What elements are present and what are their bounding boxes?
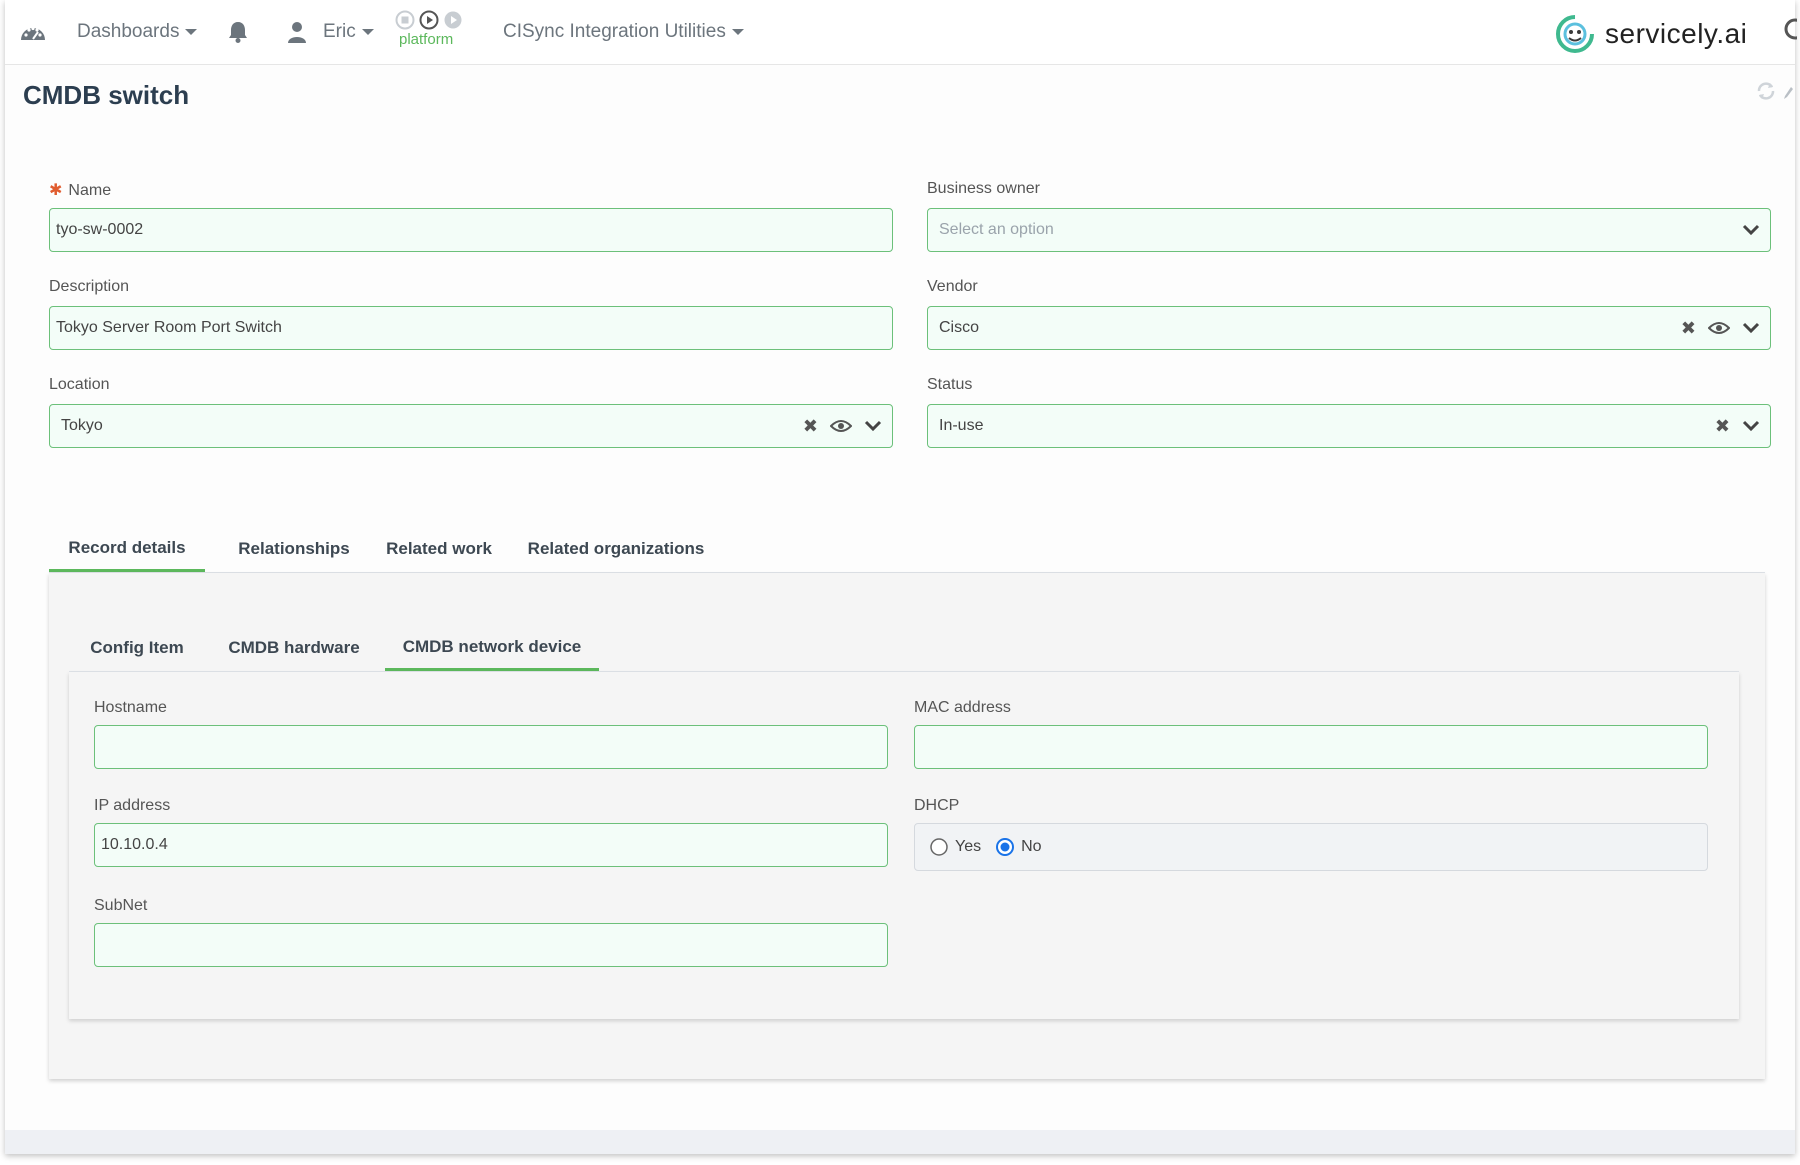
required-asterisk-icon: ✱ xyxy=(49,182,63,199)
status-label: Status xyxy=(927,376,973,393)
app-window: Dashboards Eric platform CISync Integrat… xyxy=(5,0,1800,1154)
subtab-cmdb-network-device[interactable]: CMDB network device xyxy=(385,625,599,671)
vendor-select[interactable]: Cisco ✖ xyxy=(927,306,1771,350)
clear-icon[interactable]: ✖ xyxy=(803,417,818,435)
business-owner-label: Business owner xyxy=(927,180,1040,197)
platform-controls: platform xyxy=(395,10,475,58)
chevron-down-icon[interactable] xyxy=(1742,322,1760,334)
brand-logo[interactable]: servicely.ai xyxy=(1553,12,1747,56)
mac-address-input[interactable] xyxy=(914,725,1708,769)
dashboards-label: Dashboards xyxy=(77,21,180,42)
status-select[interactable]: In-use ✖ xyxy=(927,404,1771,448)
name-input[interactable]: tyo-sw-0002 xyxy=(49,208,893,252)
user-name: Eric xyxy=(323,21,356,42)
subnet-label: SubNet xyxy=(94,897,148,914)
record-tabs: Record details Relationships Related wor… xyxy=(49,526,1765,573)
dashboard-gauge-icon[interactable] xyxy=(19,0,47,64)
mac-address-label: MAC address xyxy=(914,699,1011,716)
eye-icon[interactable] xyxy=(1708,321,1730,335)
chevron-down-icon[interactable] xyxy=(1742,224,1760,236)
dhcp-option-no[interactable]: No xyxy=(995,837,1042,857)
dashboards-menu[interactable]: Dashboards xyxy=(77,0,198,64)
location-select[interactable]: Tokyo ✖ xyxy=(49,404,893,448)
eye-icon[interactable] xyxy=(830,419,852,433)
name-value: tyo-sw-0002 xyxy=(56,221,144,238)
description-label: Description xyxy=(49,278,130,295)
utilities-label: CISync Integration Utilities xyxy=(503,21,726,42)
business-owner-placeholder: Select an option xyxy=(939,221,1054,238)
search-icon[interactable] xyxy=(1783,18,1800,49)
dhcp-no-label: No xyxy=(1021,838,1042,855)
tab-record-details[interactable]: Record details xyxy=(49,526,205,572)
description-value: Tokyo Server Room Port Switch xyxy=(56,319,282,336)
vendor-label: Vendor xyxy=(927,278,978,295)
radio-unchecked-icon[interactable] xyxy=(929,837,949,857)
record-details-panel: Config Item CMDB hardware CMDB network d… xyxy=(49,573,1765,1079)
utilities-menu[interactable]: CISync Integration Utilities xyxy=(503,0,744,64)
dhcp-option-yes[interactable]: Yes xyxy=(929,837,981,857)
stop-icon[interactable] xyxy=(395,10,415,30)
ip-address-value: 10.10.0.4 xyxy=(101,836,168,853)
hostname-input[interactable] xyxy=(94,725,888,769)
chevron-down-icon xyxy=(731,29,744,35)
hostname-label: Hostname xyxy=(94,699,167,716)
chevron-down-icon xyxy=(185,29,198,35)
top-navbar: Dashboards Eric platform CISync Integrat… xyxy=(5,0,1800,65)
servicely-logo-icon xyxy=(1556,15,1594,53)
brand-name: servicely.ai xyxy=(1605,18,1748,49)
page-title: CMDB switch xyxy=(23,80,190,110)
description-input[interactable]: Tokyo Server Room Port Switch xyxy=(49,306,893,350)
location-label: Location xyxy=(49,376,110,393)
ip-address-input[interactable]: 10.10.0.4 xyxy=(94,823,888,867)
tab-related-organizations[interactable]: Related organizations xyxy=(511,526,721,572)
step-icon[interactable] xyxy=(443,10,463,30)
bell-icon[interactable] xyxy=(227,0,249,64)
business-owner-select[interactable]: Select an option xyxy=(927,208,1771,252)
platform-label: platform xyxy=(399,31,454,48)
chevron-down-icon[interactable] xyxy=(864,420,882,432)
footer-bar xyxy=(5,1130,1795,1154)
edit-icon[interactable] xyxy=(1783,86,1793,105)
clear-icon[interactable]: ✖ xyxy=(1715,417,1730,435)
refresh-icon[interactable] xyxy=(1755,80,1777,107)
chevron-down-icon[interactable] xyxy=(1742,420,1760,432)
dhcp-radio-group: Yes No xyxy=(914,823,1708,871)
status-value: In-use xyxy=(939,417,984,434)
ip-address-label: IP address xyxy=(94,797,171,814)
network-device-panel: Hostname MAC address IP address 10.10.0.… xyxy=(69,672,1739,1019)
record-subtabs: Config Item CMDB hardware CMDB network d… xyxy=(69,625,1739,672)
subnet-input[interactable] xyxy=(94,923,888,967)
user-icon xyxy=(288,22,306,43)
dhcp-label: DHCP xyxy=(914,797,960,814)
chevron-down-icon xyxy=(361,29,374,35)
vendor-value: Cisco xyxy=(939,319,980,336)
radio-checked-icon[interactable] xyxy=(995,837,1015,857)
tab-related-work[interactable]: Related work xyxy=(377,526,501,572)
name-label: ✱ Name xyxy=(49,182,112,199)
subtab-config-item[interactable]: Config Item xyxy=(69,625,205,671)
tab-relationships[interactable]: Relationships xyxy=(219,526,369,572)
dhcp-yes-label: Yes xyxy=(955,838,982,855)
play-icon[interactable] xyxy=(419,10,439,30)
subtab-cmdb-hardware[interactable]: CMDB hardware xyxy=(221,625,367,671)
location-value: Tokyo xyxy=(61,417,103,434)
clear-icon[interactable]: ✖ xyxy=(1681,319,1696,337)
user-menu[interactable]: Eric xyxy=(287,0,374,64)
